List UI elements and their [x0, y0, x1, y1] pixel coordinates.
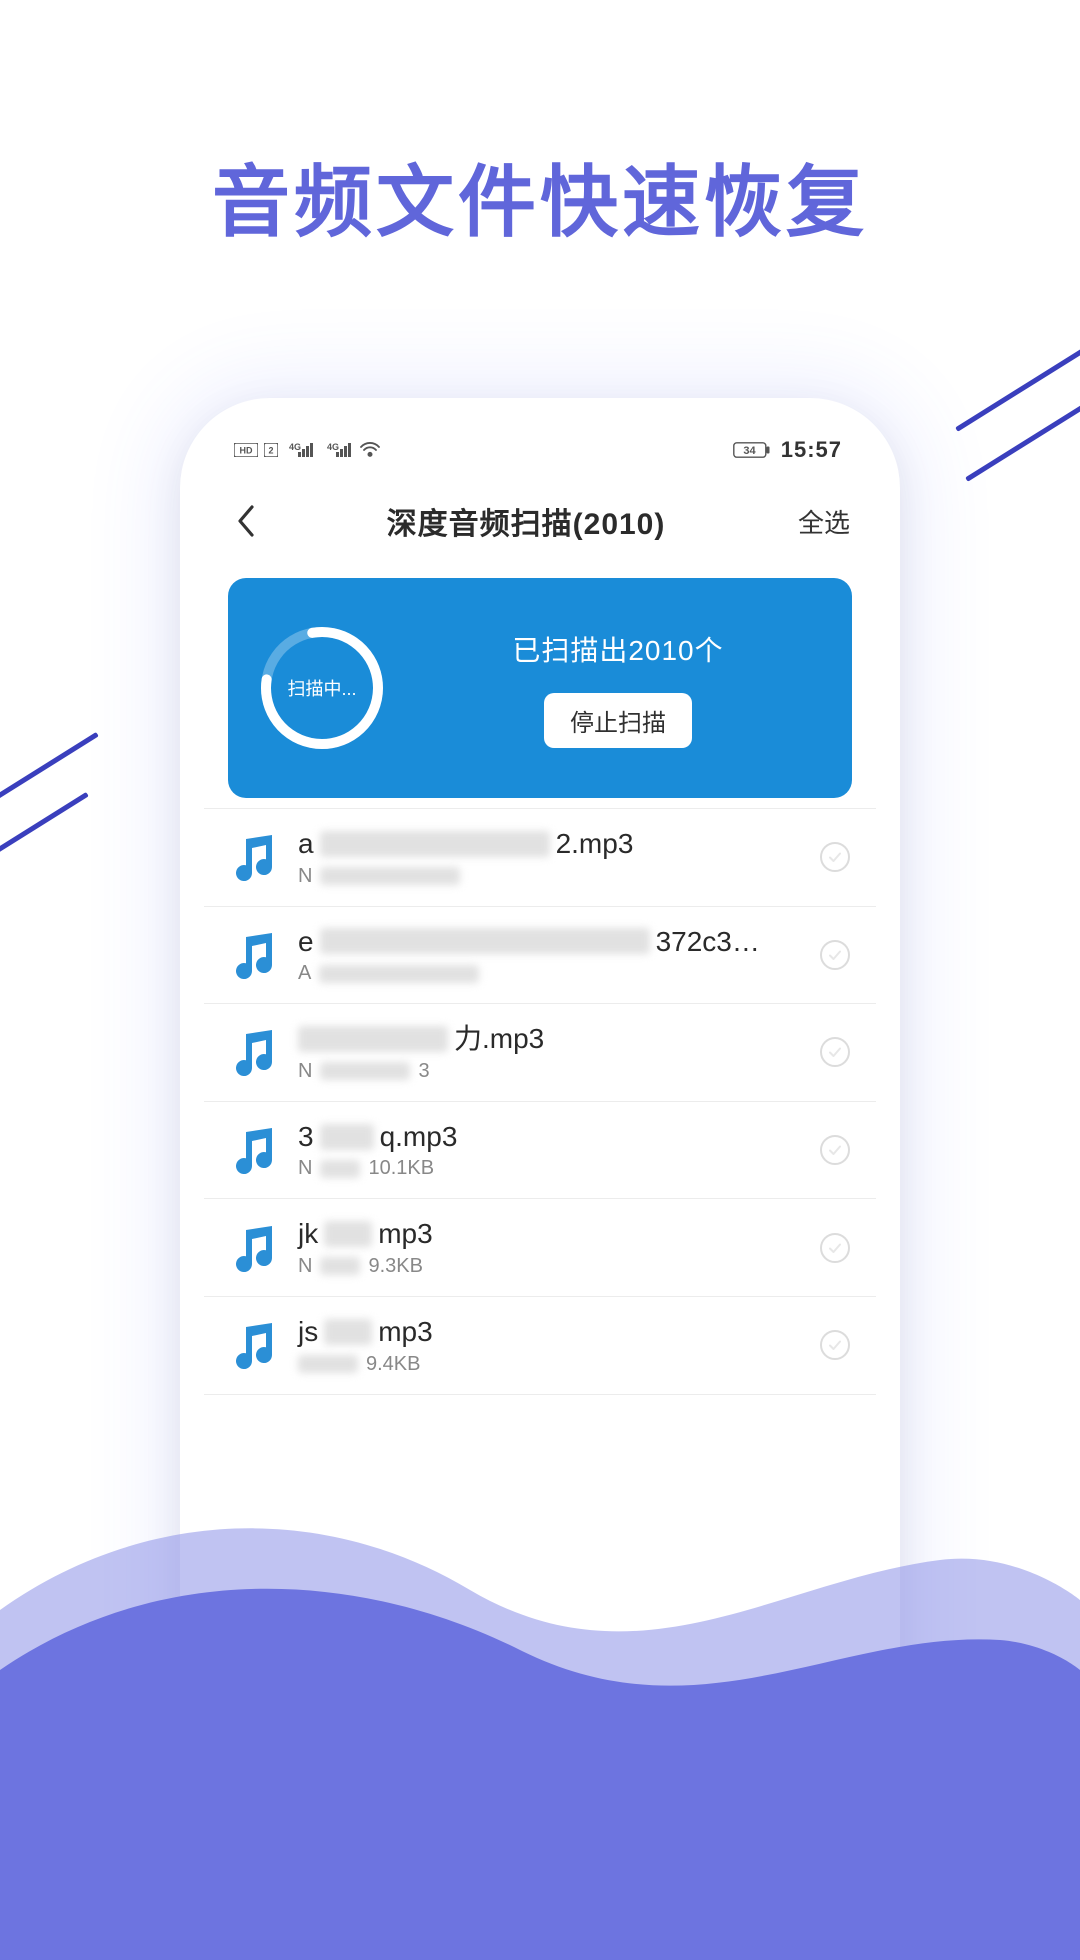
item-checkbox[interactable]	[820, 842, 850, 872]
file-name: a2.mp3	[298, 827, 806, 861]
file-meta: N	[298, 865, 806, 888]
phone-screen: HD 2 4G 4G 34 15:57	[204, 422, 876, 1814]
signal-4g-icon-2: 4G	[322, 442, 354, 458]
select-all-button[interactable]: 全选	[790, 503, 850, 540]
file-name: 力.mp3	[298, 1022, 806, 1056]
page-title: 深度音频扫描(2010)	[270, 499, 782, 543]
item-checkbox[interactable]	[820, 1330, 850, 1360]
stop-scan-button[interactable]: 停止扫描	[544, 693, 692, 748]
list-item[interactable]: 力.mp3 N3	[204, 1004, 876, 1102]
music-note-icon	[224, 925, 284, 985]
item-checkbox[interactable]	[820, 1135, 850, 1165]
phone-mockup: HD 2 4G 4G 34 15:57	[180, 398, 900, 1838]
scan-panel: 扫描中... 已扫描出2010个 停止扫描	[228, 578, 852, 798]
music-note-icon	[224, 1120, 284, 1180]
back-button[interactable]	[230, 496, 262, 546]
decorative-lines-top	[860, 280, 1080, 420]
status-time: 15:57	[781, 437, 842, 463]
list-item[interactable]: 3q.mp3 N10.1KB	[204, 1102, 876, 1200]
music-note-icon	[224, 1022, 284, 1082]
item-checkbox[interactable]	[820, 940, 850, 970]
music-note-icon	[224, 827, 284, 887]
scan-progress-label: 扫描中...	[258, 624, 386, 752]
hd-icon: HD	[234, 443, 258, 457]
battery-level: 34	[743, 445, 756, 457]
battery-icon: 34	[733, 442, 771, 458]
status-bar: HD 2 4G 4G 34 15:57	[204, 422, 876, 478]
file-name: jkmp3	[298, 1217, 806, 1251]
signal-4g-icon: 4G	[284, 442, 316, 458]
app-bar: 深度音频扫描(2010) 全选	[204, 478, 876, 564]
list-item[interactable]: jsmp3 9.4KB	[204, 1297, 876, 1395]
scan-count-text: 已扫描出2010个	[512, 629, 723, 669]
svg-text:4G: 4G	[289, 442, 301, 452]
promo-title: 音频文件快速恢复	[0, 140, 1080, 252]
file-meta: A	[298, 962, 806, 985]
item-checkbox[interactable]	[820, 1233, 850, 1263]
list-item[interactable]: e372c3… A	[204, 907, 876, 1005]
list-item[interactable]: jkmp3 N9.3KB	[204, 1199, 876, 1297]
sim-icon: 2	[264, 443, 278, 457]
file-name: e372c3…	[298, 925, 806, 959]
scan-progress-ring: 扫描中...	[258, 624, 386, 752]
wifi-icon	[360, 442, 380, 458]
item-checkbox[interactable]	[820, 1037, 850, 1067]
file-name: jsmp3	[298, 1315, 806, 1349]
list-item[interactable]: a2.mp3 N	[204, 808, 876, 907]
svg-text:HD: HD	[240, 446, 253, 456]
music-note-icon	[224, 1218, 284, 1278]
svg-text:2: 2	[268, 446, 273, 456]
file-meta: 9.4KB	[298, 1353, 806, 1376]
file-name: 3q.mp3	[298, 1120, 806, 1154]
music-note-icon	[224, 1315, 284, 1375]
file-meta: N3	[298, 1060, 806, 1083]
file-meta: N9.3KB	[298, 1255, 806, 1278]
file-meta: N10.1KB	[298, 1157, 806, 1180]
audio-file-list[interactable]: a2.mp3 N e372c3…	[204, 808, 876, 1814]
svg-text:4G: 4G	[327, 442, 339, 452]
